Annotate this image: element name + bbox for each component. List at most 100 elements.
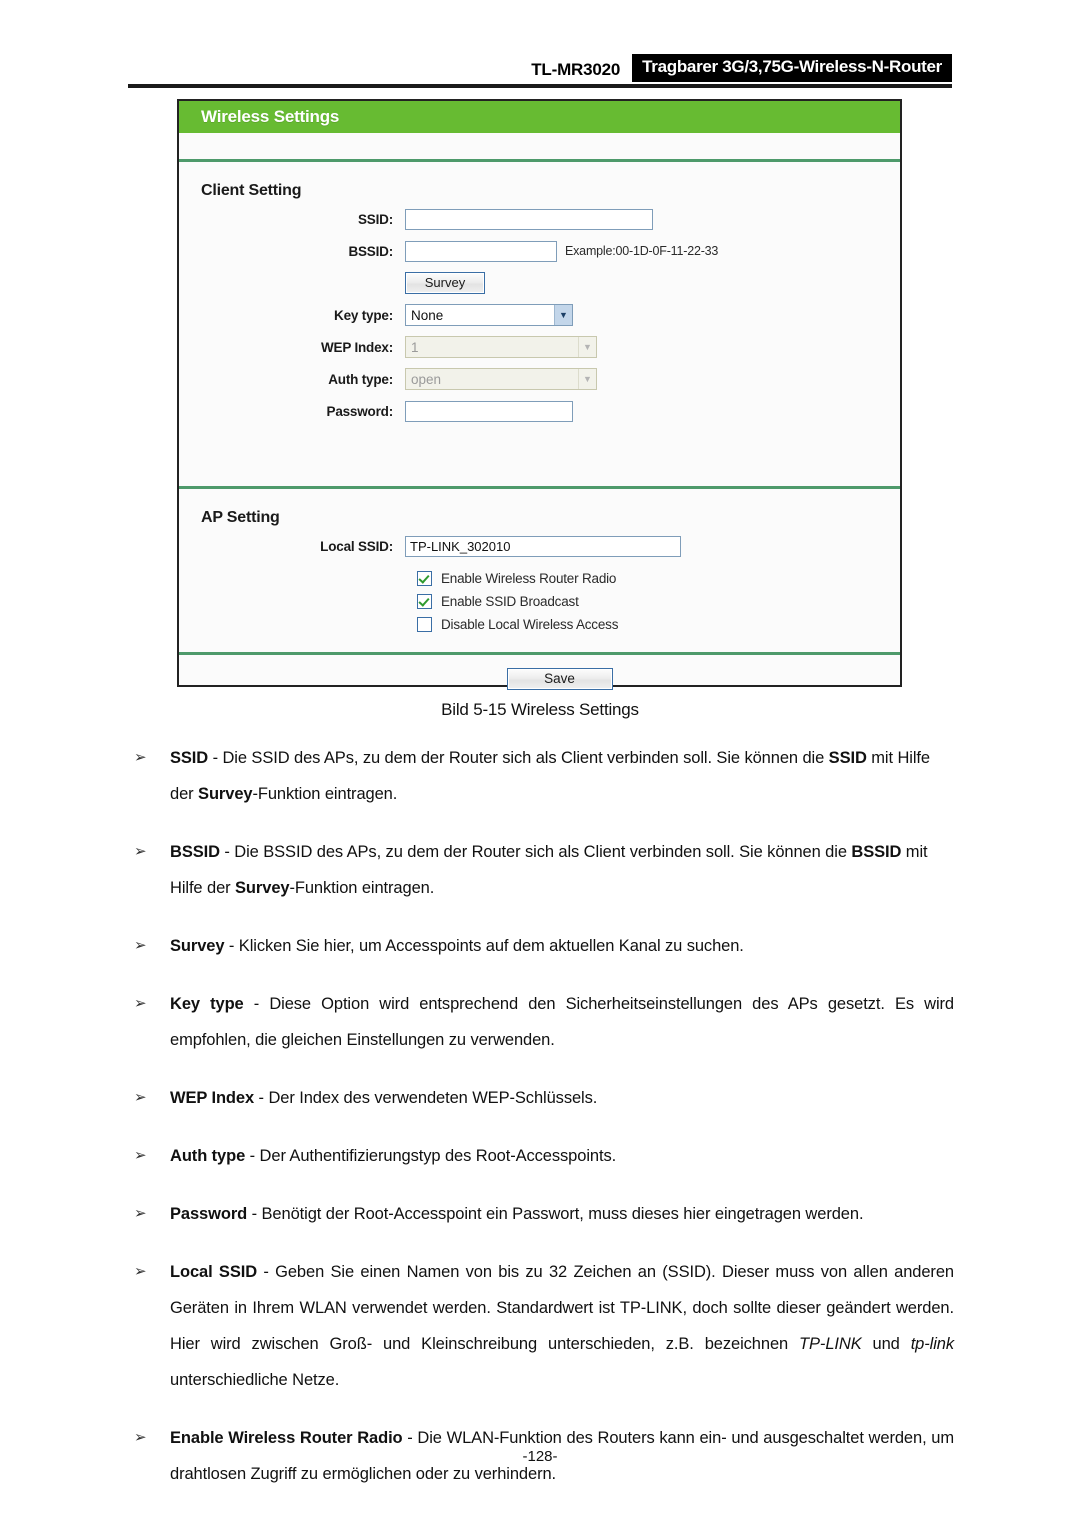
bullet-authtype: ➢ Auth type - Der Authentifizierungstyp … bbox=[128, 1138, 954, 1174]
bullet-text-wepindex: WEP Index - Der Index des verwendeten WE… bbox=[170, 1080, 954, 1116]
bullet-term-survey: Survey bbox=[170, 937, 225, 955]
wepindex-select[interactable]: 1 ▼ bbox=[405, 336, 597, 358]
bullet-text-authtype: Auth type - Der Authentifizierungstyp de… bbox=[170, 1138, 954, 1174]
bullet-localssid-italic2: tp-link bbox=[910, 1335, 955, 1353]
client-setting-section: Client Setting SSID: BSSID: Example:00-1… bbox=[179, 162, 900, 486]
checkbox-row-ssid-broadcast[interactable]: Enable SSID Broadcast bbox=[417, 594, 900, 609]
bullet-ssid-part3: -Funktion eintragen. bbox=[252, 785, 398, 803]
ssid-control bbox=[405, 208, 653, 230]
bullet-bssid: ➢ BSSID - Die BSSID des APs, zu dem der … bbox=[128, 834, 954, 906]
checkbox-label-disable-local-wireless-access: Disable Local Wireless Access bbox=[441, 617, 619, 632]
ssid-label: SSID: bbox=[357, 211, 393, 227]
bullet-wepindex-part1: - Der Index des verwendeten WEP-Schlüsse… bbox=[254, 1089, 598, 1107]
bullet-marker-icon: ➢ bbox=[134, 1147, 147, 1164]
authtype-row: Auth type: open ▼ bbox=[179, 366, 900, 392]
chevron-down-icon: ▼ bbox=[578, 369, 596, 389]
bullet-text-survey: Survey - Klicken Sie hier, um Accesspoin… bbox=[170, 928, 954, 964]
survey-row: Survey bbox=[179, 270, 900, 296]
authtype-label: Auth type: bbox=[328, 371, 393, 387]
wepindex-label: WEP Index: bbox=[320, 339, 393, 355]
bullet-survey: ➢ Survey - Klicken Sie hier, um Accesspo… bbox=[128, 928, 954, 964]
password-row: Password: bbox=[179, 398, 900, 424]
bullet-term-authtype: Auth type bbox=[170, 1147, 246, 1165]
survey-button[interactable]: Survey bbox=[405, 272, 485, 294]
wepindex-control: 1 ▼ bbox=[405, 336, 597, 358]
body-text: ➢ SSID - Die SSID des APs, zu dem der Ro… bbox=[128, 740, 954, 1514]
keytype-select[interactable]: None ▼ bbox=[405, 304, 573, 326]
bssid-example-hint: Example:00-1D-0F-11-22-33 bbox=[565, 244, 719, 258]
bullet-marker-icon: ➢ bbox=[134, 749, 147, 766]
checkbox-row-wireless-radio[interactable]: Enable Wireless Router Radio bbox=[417, 571, 900, 586]
bullet-term-keytype: Key type bbox=[170, 995, 244, 1013]
bullet-bssid-part1: - Die BSSID des APs, zu dem der Router s… bbox=[219, 843, 852, 861]
chevron-down-icon: ▼ bbox=[554, 305, 572, 325]
bullet-localssid-italic1: TP-LINK bbox=[799, 1335, 862, 1353]
bullet-bssid-bold3: Survey bbox=[235, 879, 290, 897]
authtype-select[interactable]: open ▼ bbox=[405, 368, 597, 390]
device-model-label: TL-MR3020 bbox=[531, 60, 621, 79]
client-section-spacer bbox=[179, 424, 900, 486]
keytype-control: None ▼ bbox=[405, 304, 573, 326]
keytype-row: Key type: None ▼ bbox=[179, 302, 900, 328]
local-ssid-label: Local SSID: bbox=[320, 538, 393, 554]
wepindex-selected-value: 1 bbox=[411, 339, 419, 355]
chevron-down-icon: ▼ bbox=[578, 337, 596, 357]
bullet-text-password: Password - Benötigt der Root-Accesspoint… bbox=[170, 1196, 954, 1232]
figure-caption: Bild 5-15 Wireless Settings bbox=[441, 700, 639, 719]
bullet-localssid-part3: unterschiedliche Netze. bbox=[170, 1371, 340, 1389]
checkbox-enable-wireless-router-radio[interactable] bbox=[417, 571, 432, 586]
bssid-row: BSSID: Example:00-1D-0F-11-22-33 bbox=[179, 238, 900, 264]
bullet-marker-icon: ➢ bbox=[134, 995, 147, 1012]
bullet-term-ssid: SSID bbox=[170, 749, 209, 767]
bullet-keytype-part1: - Diese Option wird entsprechend den Sic… bbox=[170, 995, 954, 1049]
client-setting-heading: Client Setting bbox=[201, 182, 302, 199]
bullet-marker-icon: ➢ bbox=[134, 843, 147, 860]
bullet-marker-icon: ➢ bbox=[134, 1263, 147, 1280]
keytype-selected-value: None bbox=[411, 307, 444, 323]
bullet-ssid-part1: - Die SSID des APs, zu dem der Router si… bbox=[208, 749, 829, 767]
bullet-marker-icon: ➢ bbox=[134, 1089, 147, 1106]
bssid-control: Example:00-1D-0F-11-22-33 bbox=[405, 240, 719, 262]
bullet-password-part1: - Benötigt der Root-Accesspoint ein Pass… bbox=[247, 1205, 864, 1223]
password-input[interactable] bbox=[405, 400, 573, 422]
local-ssid-row: Local SSID: bbox=[179, 533, 900, 559]
bullet-marker-icon: ➢ bbox=[134, 1205, 147, 1222]
save-area: Save bbox=[179, 655, 900, 704]
bullet-ssid-bold3: Survey bbox=[198, 785, 253, 803]
keytype-label: Key type: bbox=[334, 307, 393, 323]
bullet-term-password: Password bbox=[170, 1205, 248, 1223]
password-control bbox=[405, 400, 573, 422]
bullet-text-ssid: SSID - Die SSID des APs, zu dem der Rout… bbox=[170, 740, 954, 812]
bullet-term-localssid: Local SSID bbox=[170, 1263, 258, 1281]
bullet-wepindex: ➢ WEP Index - Der Index des verwendeten … bbox=[128, 1080, 954, 1116]
checkbox-disable-local-wireless-access[interactable] bbox=[417, 617, 432, 632]
bullet-password: ➢ Password - Benötigt der Root-Accesspoi… bbox=[128, 1196, 954, 1232]
bullet-survey-part1: - Klicken Sie hier, um Accesspoints auf … bbox=[224, 937, 744, 955]
local-ssid-input[interactable] bbox=[405, 535, 681, 557]
bullet-authtype-part1: - Der Authentifizierungstyp des Root-Acc… bbox=[245, 1147, 617, 1165]
ssid-input[interactable] bbox=[405, 208, 653, 230]
ssid-row: SSID: bbox=[179, 206, 900, 232]
checkbox-label-enable-ssid-broadcast: Enable SSID Broadcast bbox=[441, 594, 579, 609]
save-button[interactable]: Save bbox=[506, 668, 613, 690]
authtype-selected-value: open bbox=[411, 371, 442, 387]
bullet-localssid: ➢ Local SSID - Geben Sie einen Namen von… bbox=[128, 1254, 954, 1398]
header-rule bbox=[128, 84, 952, 88]
bullet-ssid: ➢ SSID - Die SSID des APs, zu dem der Ro… bbox=[128, 740, 954, 812]
bullet-text-keytype: Key type - Diese Option wird entsprechen… bbox=[170, 986, 954, 1058]
bullet-text-bssid: BSSID - Die BSSID des APs, zu dem der Ro… bbox=[170, 834, 954, 906]
product-title-banner: Tragbarer 3G/3,75G-Wireless-N-Router bbox=[632, 54, 952, 82]
checkbox-label-enable-wireless-router-radio: Enable Wireless Router Radio bbox=[441, 571, 617, 586]
page-header-row: TL-MR3020 Tragbarer 3G/3,75G-Wireless-N-… bbox=[128, 52, 952, 82]
wepindex-row: WEP Index: 1 ▼ bbox=[179, 334, 900, 360]
panel-title: Wireless Settings bbox=[201, 107, 340, 126]
checkbox-row-disable-local-access[interactable]: Disable Local Wireless Access bbox=[417, 617, 900, 632]
bssid-label: BSSID: bbox=[348, 243, 393, 259]
bssid-input[interactable] bbox=[405, 240, 557, 262]
bullet-bssid-bold2: BSSID bbox=[851, 843, 902, 861]
bullet-keytype: ➢ Key type - Diese Option wird entsprech… bbox=[128, 986, 954, 1058]
checkbox-enable-ssid-broadcast[interactable] bbox=[417, 594, 432, 609]
page-footer: -128- bbox=[522, 1448, 558, 1465]
bullet-term-wepindex: WEP Index bbox=[170, 1089, 255, 1107]
bullet-bssid-part3: -Funktion eintragen. bbox=[289, 879, 435, 897]
